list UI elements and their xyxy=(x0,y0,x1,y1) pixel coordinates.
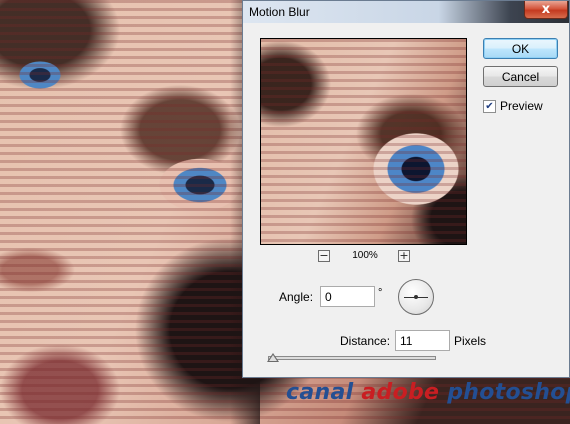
zoom-controls: − 100% + xyxy=(260,250,467,264)
distance-slider[interactable] xyxy=(268,356,436,360)
angle-unit: ° xyxy=(378,287,383,299)
zoom-out-icon: − xyxy=(319,249,329,262)
angle-dial-icon[interactable] xyxy=(398,279,434,315)
blur-preview-image[interactable] xyxy=(260,38,467,245)
preview-label: Preview xyxy=(500,99,543,113)
zoom-in-icon: + xyxy=(399,249,409,262)
distance-slider-thumb-inner xyxy=(269,355,277,361)
distance-unit: Pixels xyxy=(454,334,487,348)
zoom-out-button[interactable]: − xyxy=(318,250,330,262)
watermark-part-1: canal xyxy=(286,380,362,405)
ok-button[interactable]: OK xyxy=(483,38,558,59)
zoom-in-button[interactable]: + xyxy=(398,250,410,262)
watermark: canal adobe photoshop xyxy=(286,380,570,410)
preview-checkbox[interactable]: ✔ xyxy=(483,99,496,113)
cancel-button[interactable]: Cancel xyxy=(483,66,558,87)
distance-input[interactable] xyxy=(395,330,450,351)
watermark-part-2: adobe xyxy=(361,380,440,405)
close-button[interactable]: x xyxy=(524,1,568,19)
distance-label: Distance: xyxy=(340,334,391,348)
dialog-title: Motion Blur xyxy=(249,5,310,19)
dialog-titlebar[interactable]: Motion Blur x xyxy=(243,1,569,23)
angle-input[interactable] xyxy=(320,286,375,307)
zoom-level: 100% xyxy=(352,250,378,261)
watermark-part-3: photoshop xyxy=(439,380,570,405)
motion-blur-dialog: Motion Blur x − 100% + OK Cancel ✔ Previ… xyxy=(242,0,570,378)
angle-label: Angle: xyxy=(279,290,314,304)
close-icon: x xyxy=(541,2,551,17)
dial-center xyxy=(414,295,418,299)
checkmark-icon: ✔ xyxy=(485,100,494,112)
preview-checkbox-row[interactable]: ✔ Preview xyxy=(483,99,543,113)
